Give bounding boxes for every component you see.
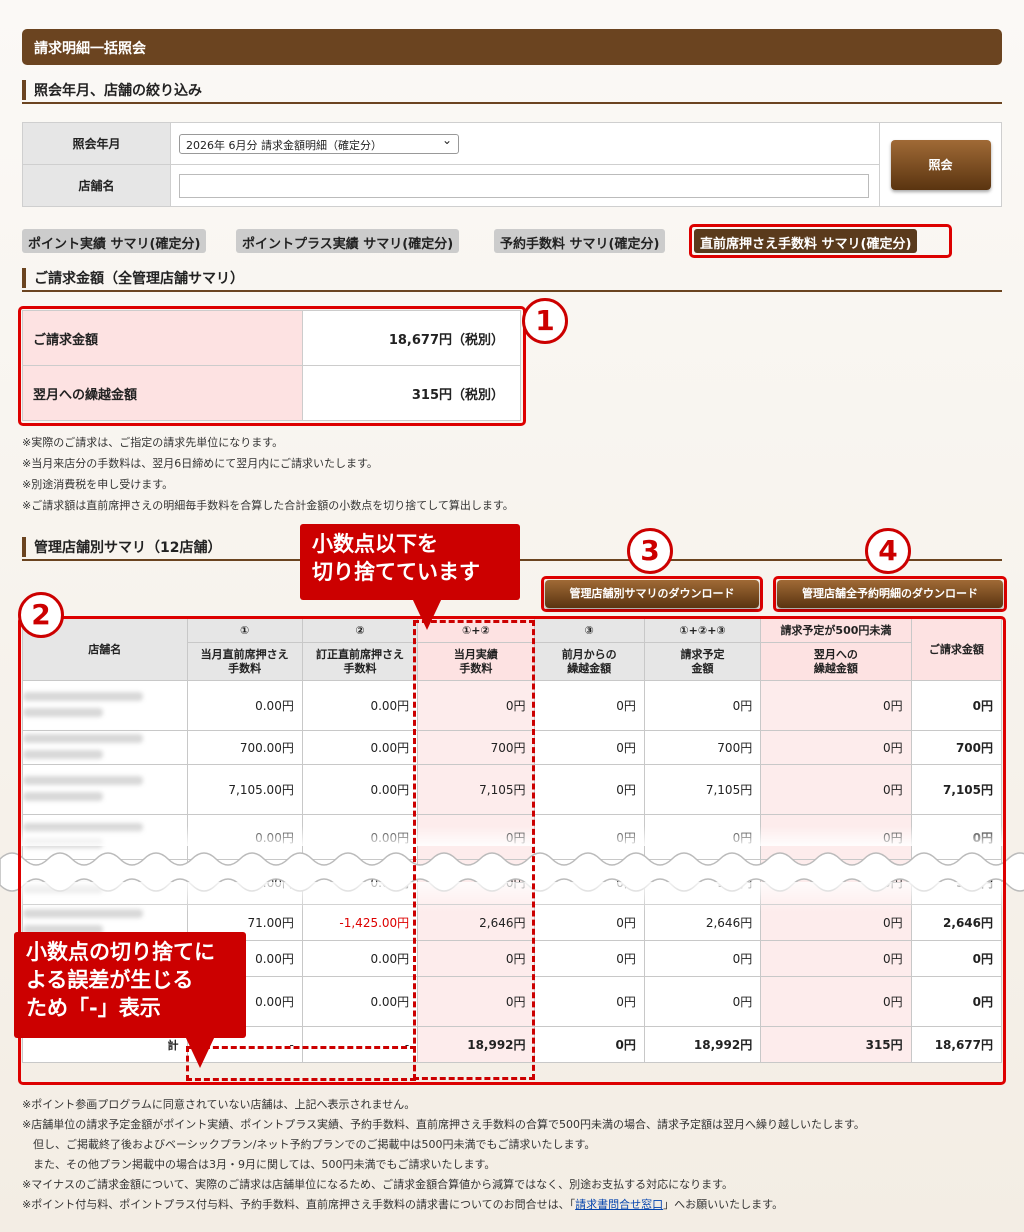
tab-point[interactable]: ポイント実績 サマリ(確定分) xyxy=(22,229,207,253)
download-details-button[interactable]: 管理店舗全予約明細のダウンロード xyxy=(777,580,1003,608)
callout-arrow xyxy=(185,1036,215,1068)
store-name-input[interactable] xyxy=(179,173,869,198)
billing-table: ご請求金額 18,677円（税別） 翌月への繰越金額 315円（税別） xyxy=(22,310,521,421)
billing-note: ※別途消費税を申し受けます。 xyxy=(22,478,174,491)
callout-rounding-error: 小数点の切り捨てに よる誤差が生じる ため「-」表示 xyxy=(14,932,246,1038)
contact-note-text: 」へお願いいたします。 xyxy=(663,1198,784,1211)
callout-number-2: 2 xyxy=(18,592,64,638)
billing-note: ※当月来店分の手数料は、翌月6日締めにて翌月内にご請求いたします。 xyxy=(22,457,378,470)
billing-amount-value: 18,677円（税別） xyxy=(302,310,521,366)
tab-reservation[interactable]: 予約手数料 サマリ(確定分) xyxy=(494,229,666,253)
column-highlight xyxy=(413,620,535,1080)
callout-number-1: 1 xyxy=(522,298,568,344)
store-label: 店舗名 xyxy=(22,164,171,207)
billing-note: ※実際のご請求は、ご指定の請求先単位になります。 xyxy=(22,436,284,449)
billing-heading: ご請求金額（全管理店舗サマリ） xyxy=(22,268,1002,292)
billing-inquiry-link[interactable]: 請求書問合せ窓口 xyxy=(575,1198,663,1211)
callout-arrow xyxy=(412,598,442,630)
billing-note: ※ご請求額は直前席押さえの明細毎手数料を合算した合計金額の小数点を切り捨てして算… xyxy=(22,499,514,512)
callout-number-3: 3 xyxy=(627,528,673,574)
search-button[interactable]: 照会 xyxy=(890,139,991,190)
filter-heading: 照会年月、店舗の絞り込み xyxy=(22,80,1002,104)
filter-table: 照会年月 2026年 6月分 請求金額明細（確定分） 照会 店舗名 xyxy=(22,122,1002,207)
carryover-value: 315円（税別） xyxy=(302,365,521,421)
month-label: 照会年月 xyxy=(22,122,171,165)
summary-note: ※ポイント参画プログラムに同意されていない店舗は、上記へ表示されません。 xyxy=(22,1098,416,1111)
summary-note: ※マイナスのご請求金額について、実際のご請求は店舗単位になるため、ご請求金額合算… xyxy=(22,1178,734,1191)
page-title: 請求明細一括照会 xyxy=(22,29,1002,65)
summary-note: ※店舗単位の請求予定金額がポイント実績、ポイントプラス実績、予約手数料、直前席押… xyxy=(22,1118,865,1131)
download-summary-button[interactable]: 管理店舗別サマリのダウンロード xyxy=(545,580,759,608)
tab-last-minute[interactable]: 直前席押さえ手数料 サマリ(確定分) xyxy=(694,229,918,253)
carryover-label: 翌月への繰越金額 xyxy=(22,365,303,421)
contact-note: ※ポイント付与料、ポイントプラス付与料、予約手数料、直前席押さえ手数料の請求書に… xyxy=(22,1196,783,1212)
tab-point-plus[interactable]: ポイントプラス実績 サマリ(確定分) xyxy=(236,229,460,253)
billing-amount-label: ご請求金額 xyxy=(22,310,303,366)
summary-note: また、その他プラン掲載中の場合は3月・9月に関しては、500円未満でもご請求いた… xyxy=(22,1158,496,1171)
summary-note: 但し、ご掲載終了後およびベーシックプラン/ネット予約プランでのご掲載中は500円… xyxy=(22,1138,596,1151)
total-dash-highlight xyxy=(186,1046,416,1081)
month-select[interactable]: 2026年 6月分 請求金額明細（確定分） xyxy=(179,133,459,154)
callout-number-4: 4 xyxy=(865,528,911,574)
contact-note-text: ※ポイント付与料、ポイントプラス付与料、予約手数料、直前席押さえ手数料の請求書に… xyxy=(22,1198,576,1211)
callout-truncation: 小数点以下を 切り捨てています xyxy=(300,524,520,600)
